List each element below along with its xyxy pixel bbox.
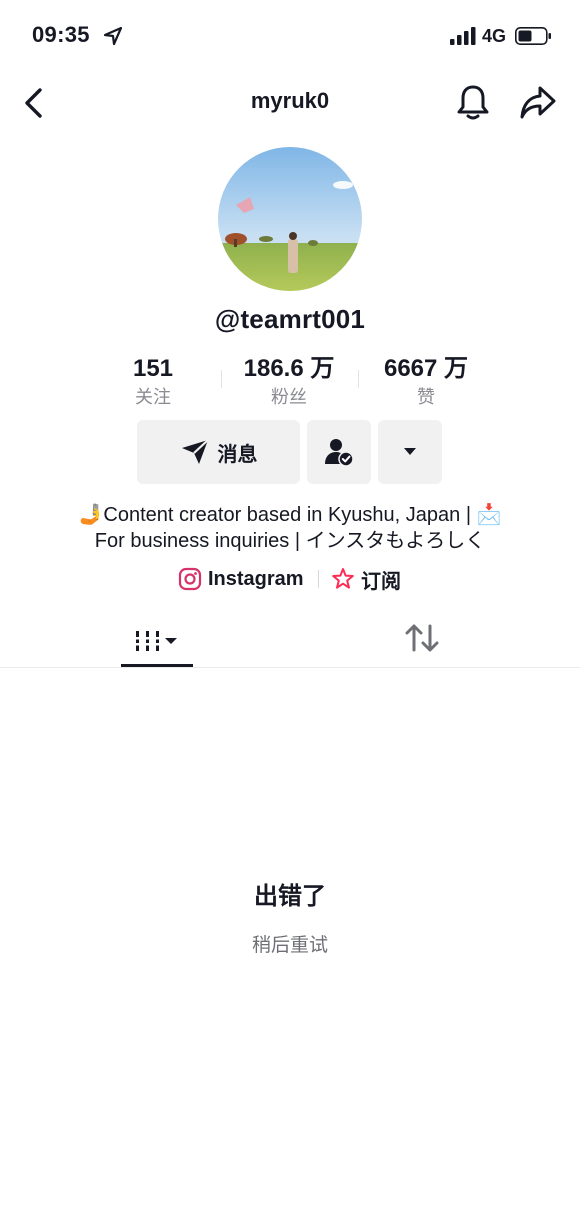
stat-following[interactable]: 151 关注 — [113, 354, 193, 410]
instagram-link[interactable]: Instagram — [178, 565, 304, 593]
location-arrow-icon — [103, 26, 123, 46]
cellular-signal-icon — [450, 27, 476, 45]
message-button[interactable]: 消息 — [137, 420, 300, 484]
message-button-label: 消息 — [217, 443, 258, 466]
user-check-icon — [325, 439, 354, 467]
subscribe-link-label: 订阅 — [361, 570, 401, 593]
status-time: 09:35 — [32, 22, 90, 47]
repost-icon[interactable] — [400, 618, 444, 658]
stat-followers-value: 186.6 万 — [243, 355, 335, 382]
error-title: 出错了 — [254, 883, 326, 910]
tabs-divider — [0, 667, 580, 668]
instagram-icon — [178, 567, 202, 591]
stat-divider — [221, 370, 222, 388]
share-icon[interactable] — [518, 82, 558, 122]
bio-line-1: 🤳Content creator based in Kyushu, Japan … — [78, 504, 502, 526]
error-subtitle: 稍后重试 — [251, 935, 328, 956]
stat-followers-label: 粉丝 — [271, 387, 307, 407]
caret-down-icon — [404, 448, 416, 455]
bio-line-2: For business inquiries | インスタもよろしく — [94, 530, 486, 552]
stat-likes-label: 赞 — [417, 387, 435, 407]
network-type: 4G — [482, 26, 507, 46]
stat-likes[interactable]: 6667 万 赞 — [364, 354, 488, 410]
stat-following-value: 151 — [132, 355, 174, 382]
following-status-button[interactable] — [307, 420, 371, 484]
tab-videos[interactable] — [121, 615, 193, 667]
stat-divider — [358, 370, 359, 388]
subscribe-link[interactable]: 订阅 — [331, 565, 401, 593]
avatar[interactable] — [218, 147, 362, 291]
link-divider — [318, 570, 319, 588]
battery-icon — [515, 27, 551, 45]
user-handle: @teamrt001 — [214, 304, 366, 334]
stat-followers[interactable]: 186.6 万 粉丝 — [225, 354, 353, 410]
more-options-button[interactable] — [378, 420, 442, 484]
instagram-link-label: Instagram — [208, 567, 304, 590]
stat-likes-value: 6667 万 — [383, 355, 469, 382]
subscribe-star-icon — [332, 568, 354, 589]
video-grid-icon — [133, 631, 177, 651]
stat-following-label: 关注 — [135, 387, 171, 407]
page-title: myruk0 — [250, 88, 330, 113]
avatar-image — [218, 147, 362, 291]
bell-icon[interactable] — [454, 82, 492, 122]
send-icon — [181, 439, 209, 464]
